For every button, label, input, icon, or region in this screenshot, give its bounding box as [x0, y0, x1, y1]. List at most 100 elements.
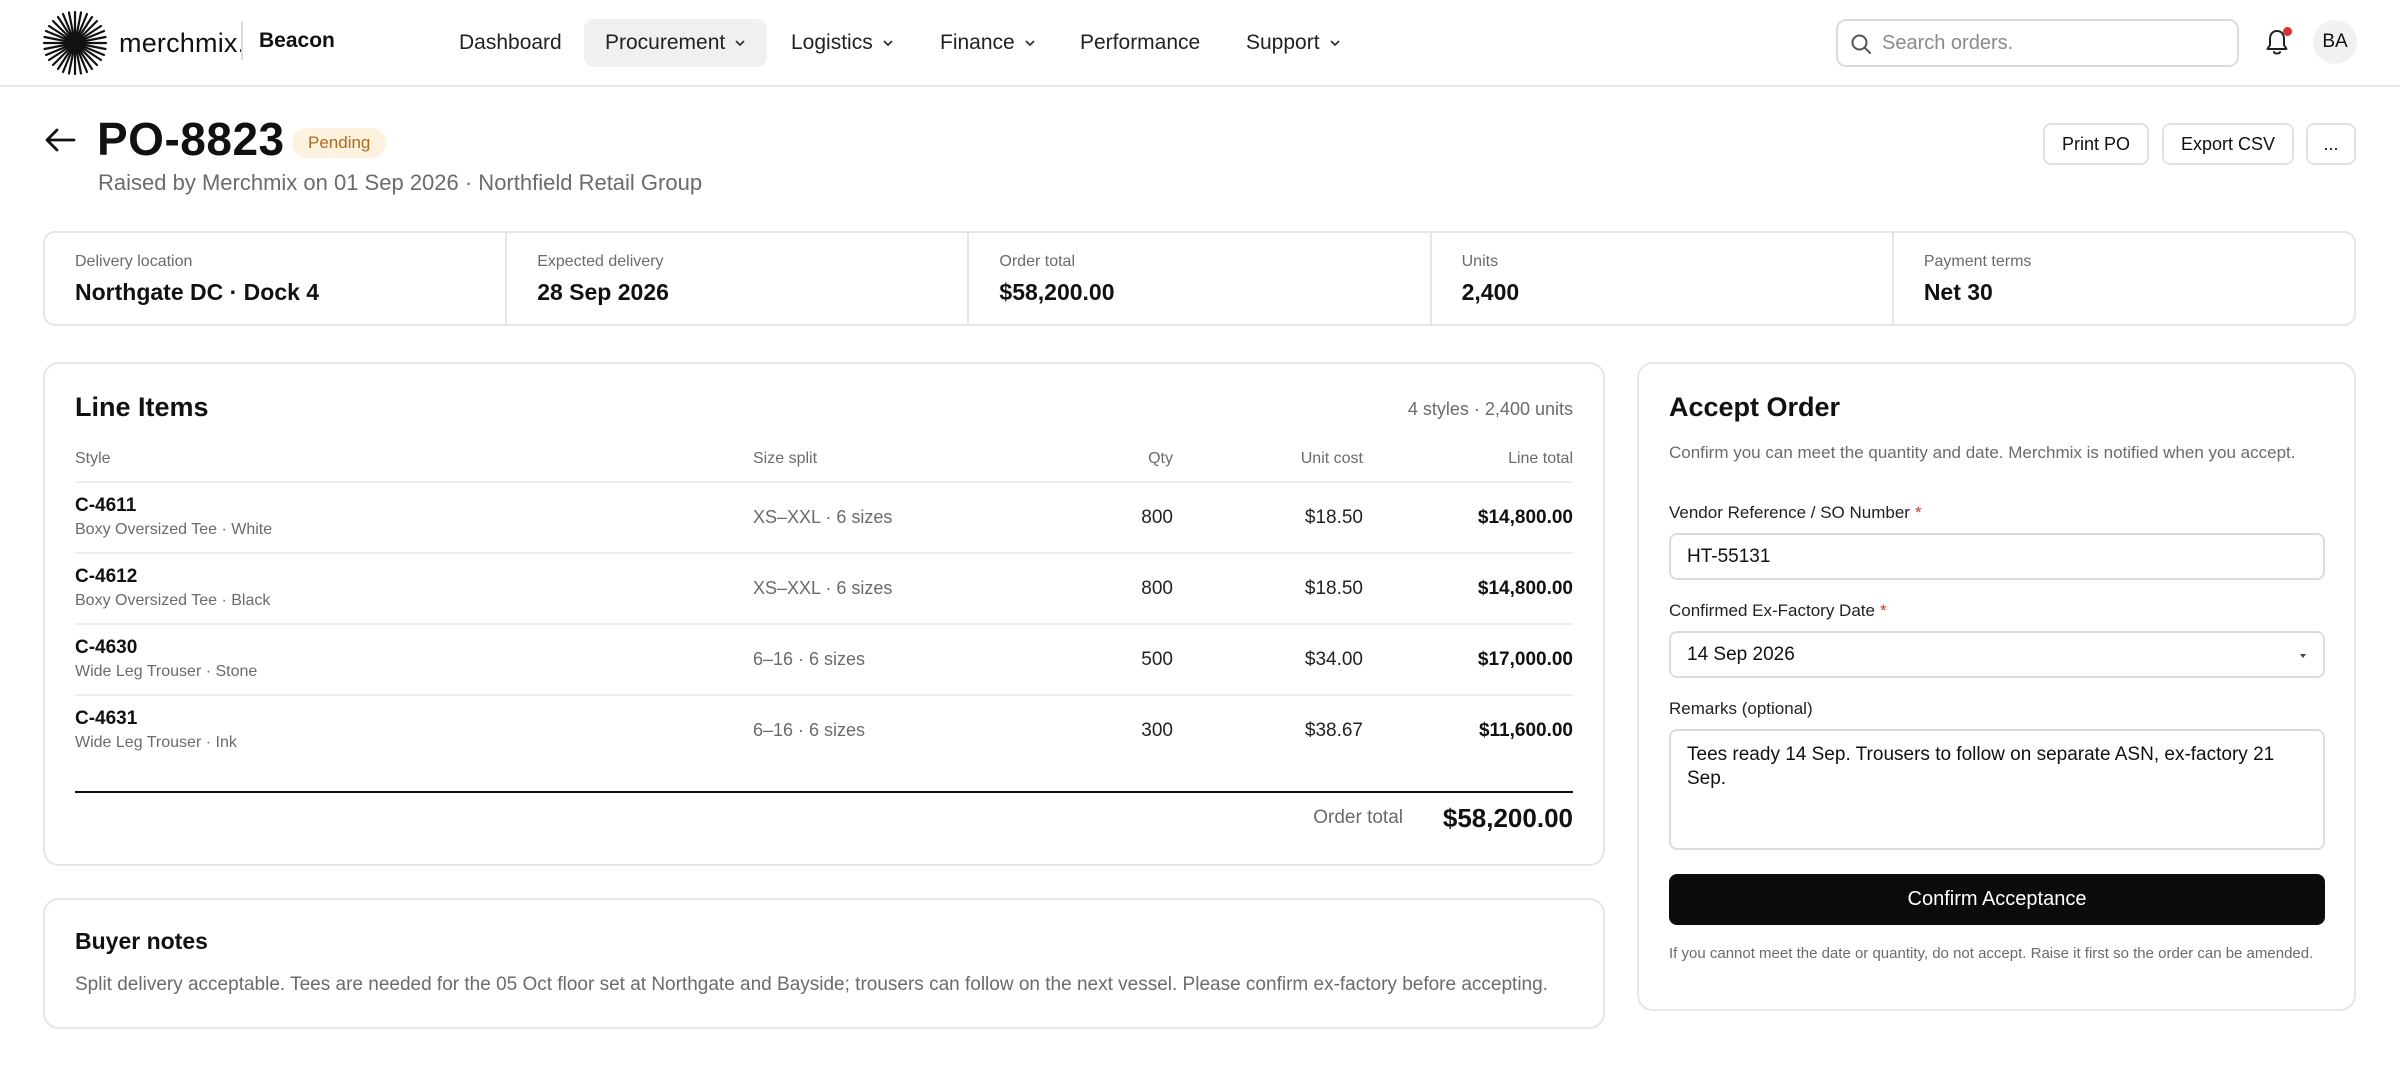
style-description: Wide Leg Trouser · Stone — [75, 663, 258, 680]
column-header-qty: Qty — [1148, 450, 1173, 467]
search-input[interactable] — [1882, 29, 2222, 57]
top-navigation-bar: merchmix. Beacon Dashboard Procurement L… — [0, 0, 2400, 87]
quantity: 800 — [1141, 507, 1173, 528]
remarks-textarea[interactable]: Tees ready 14 Sep. Trousers to follow on… — [1669, 729, 2325, 850]
stat-value: Net 30 — [1923, 279, 1993, 305]
style-description: Wide Leg Trouser · Ink — [75, 734, 237, 751]
size-split: 6–16 · 6 sizes — [753, 720, 866, 740]
buyer-notes-text: Split delivery acceptable. Tees are need… — [75, 974, 1548, 995]
page-title: PO-8823 — [97, 113, 285, 165]
field-label-text: Confirmed Ex-Factory Date — [1669, 601, 1875, 620]
stat-label: Order total — [999, 253, 1075, 270]
nav-label: Performance — [1080, 31, 1201, 54]
order-summary-strip: Delivery location Northgate DC · Dock 4 … — [43, 231, 2356, 326]
size-split: XS–XXL · 6 sizes — [753, 507, 893, 527]
page-subtitle: Raised by Merchmix on 01 Sep 2026 · Nort… — [98, 170, 703, 195]
column-header-style: Style — [75, 450, 111, 467]
line-items-meta: 4 styles · 2,400 units — [1407, 399, 1573, 419]
print-po-button[interactable]: Print PO — [2043, 123, 2149, 165]
summary-payment-terms: Payment terms Net 30 — [1894, 233, 2354, 324]
accept-footnote: If you cannot meet the date or quantity,… — [1669, 945, 2314, 962]
line-items-title: Line Items — [75, 392, 209, 422]
stat-label: Delivery location — [75, 253, 193, 270]
required-asterisk: * — [1914, 503, 1922, 522]
table-row: C-4611 Boxy Oversized Tee · White XS–XXL… — [75, 481, 1573, 553]
accept-order-title: Accept Order — [1669, 392, 1841, 422]
stat-label: Payment terms — [1923, 253, 2032, 270]
column-header-unit-cost: Unit cost — [1300, 450, 1363, 467]
nav-performance[interactable]: Performance — [1059, 19, 1221, 67]
chevron-down-icon — [1025, 40, 1035, 47]
line-items-card: Line Items 4 styles · 2,400 units Style … — [43, 362, 1605, 866]
nav-label: Dashboard — [459, 31, 562, 54]
buyer-notes-title: Buyer notes — [75, 928, 208, 954]
remarks-label: Remarks (optional) — [1669, 699, 1813, 718]
export-csv-button[interactable]: Export CSV — [2162, 123, 2294, 165]
back-arrow-icon[interactable] — [42, 122, 78, 158]
unit-cost: $18.50 — [1304, 507, 1363, 528]
required-asterisk: * — [1879, 601, 1887, 620]
accept-order-panel: Accept Order Confirm you can meet the qu… — [1637, 362, 2356, 1011]
nav-label: Finance — [940, 31, 1015, 54]
selected-date-value: 14 Sep 2026 — [1687, 643, 1795, 665]
summary-delivery-location: Delivery location Northgate DC · Dock 4 — [45, 233, 508, 324]
style-description: Boxy Oversized Tee · Black — [75, 592, 271, 609]
accept-order-intro: Confirm you can meet the quantity and da… — [1669, 443, 2296, 462]
summary-order-total: Order total $58,200.00 — [969, 233, 1432, 324]
unit-cost: $38.67 — [1304, 720, 1363, 741]
line-total: $14,800.00 — [1477, 507, 1573, 528]
style-code: C-4630 — [75, 637, 138, 658]
vendor-reference-input[interactable] — [1669, 533, 2325, 580]
style-code: C-4612 — [75, 566, 138, 587]
order-total-label: Order total — [1313, 807, 1403, 828]
unit-cost: $34.00 — [1304, 649, 1363, 670]
column-header-line-total: Line total — [1508, 450, 1573, 467]
table-row: C-4631 Wide Leg Trouser · Ink 6–16 · 6 s… — [75, 694, 1573, 766]
buyer-notes-card: Buyer notes Split delivery acceptable. T… — [43, 898, 1605, 1029]
style-description: Boxy Oversized Tee · White — [75, 521, 273, 538]
brand-divider — [241, 22, 243, 60]
style-code: C-4611 — [75, 495, 137, 516]
nav-support[interactable]: Support — [1225, 19, 1362, 67]
line-total: $17,000.00 — [1477, 649, 1573, 670]
stat-label: Expected delivery — [537, 253, 664, 270]
more-actions-button[interactable]: ... — [2306, 123, 2356, 165]
summary-units: Units 2,400 — [1432, 233, 1894, 324]
nav-dashboard[interactable]: Dashboard — [438, 19, 583, 67]
user-avatar[interactable]: BA — [2313, 20, 2357, 64]
search-box[interactable] — [1836, 19, 2239, 67]
ex-factory-date-label: Confirmed Ex-Factory Date * — [1669, 601, 1887, 621]
stat-value: 2,400 — [1461, 279, 1520, 305]
style-code: C-4631 — [75, 708, 138, 729]
table-row: C-4630 Wide Leg Trouser · Stone 6–16 · 6… — [75, 623, 1573, 695]
table-row: C-4612 Boxy Oversized Tee · Black XS–XXL… — [75, 552, 1573, 624]
nav-label: Logistics — [791, 31, 873, 54]
summary-expected-delivery: Expected delivery 28 Sep 2026 — [507, 233, 970, 324]
search-icon — [1851, 34, 1871, 54]
vendor-reference-label: Vendor Reference / SO Number * — [1669, 503, 1922, 523]
notification-unread-dot — [2283, 27, 2292, 36]
sunburst-logo-icon[interactable] — [42, 10, 108, 76]
stat-label: Units — [1461, 253, 1499, 270]
stat-value: Northgate DC · Dock 4 — [75, 279, 320, 305]
nav-logistics[interactable]: Logistics — [770, 19, 915, 67]
unit-cost: $18.50 — [1304, 578, 1363, 599]
stat-value: 28 Sep 2026 — [537, 279, 669, 305]
nav-finance[interactable]: Finance — [919, 19, 1057, 67]
quantity: 500 — [1141, 649, 1173, 670]
confirm-acceptance-button[interactable]: Confirm Acceptance — [1669, 874, 2325, 925]
quantity: 300 — [1141, 720, 1173, 741]
column-header-size-split: Size split — [753, 450, 818, 467]
stat-value: $58,200.00 — [999, 279, 1115, 305]
ex-factory-date-select[interactable]: 14 Sep 2026 — [1669, 631, 2325, 678]
total-divider — [75, 791, 1573, 793]
order-total-value: $58,200.00 — [1442, 803, 1573, 833]
nav-procurement[interactable]: Procurement — [584, 19, 768, 67]
size-split: 6–16 · 6 sizes — [753, 649, 866, 669]
brand-logo-text[interactable]: merchmix. — [119, 28, 245, 59]
line-total: $14,800.00 — [1477, 578, 1573, 599]
line-total: $11,600.00 — [1478, 720, 1573, 741]
chevron-down-icon — [883, 40, 893, 47]
status-badge: Pending — [292, 128, 387, 158]
caret-down-icon — [2300, 654, 2306, 658]
